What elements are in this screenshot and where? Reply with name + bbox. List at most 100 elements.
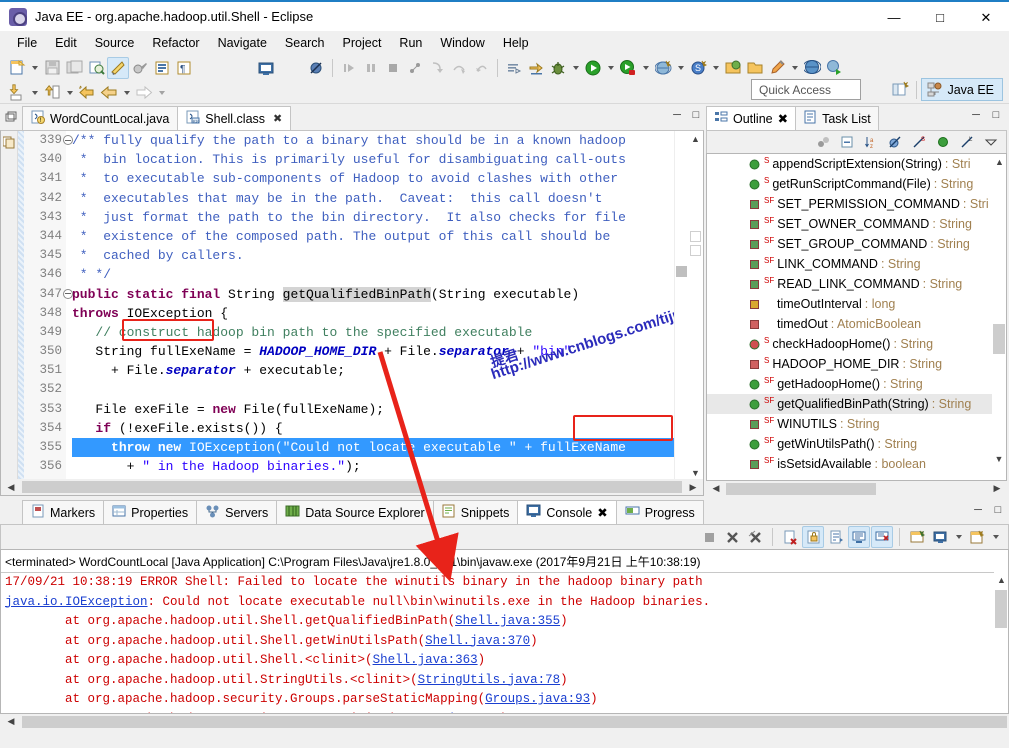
code-line[interactable]: /** fully qualify the path to a binary t… [72, 131, 703, 150]
code-line[interactable]: File exeFile = new File(fullExeName); [72, 400, 703, 419]
debug-dropdown-arrow[interactable] [569, 57, 582, 79]
console-hscroll-thumb[interactable] [22, 715, 1007, 728]
focus-on-active-task-icon[interactable] [812, 131, 834, 153]
outline-scroll-right-button[interactable]: ▶ [987, 481, 1007, 496]
outline-item[interactable]: SF WINUTILS : String [707, 414, 1006, 434]
maximize-console-button[interactable]: □ [990, 502, 1006, 518]
outline-scroll-up-button[interactable]: ▲ [992, 154, 1006, 169]
outline-item[interactable]: SF SET_GROUP_COMMAND : String [707, 234, 1006, 254]
maximize-editor-button[interactable]: □ [688, 107, 704, 123]
bottom-tab-markers[interactable]: Markers [22, 500, 105, 524]
outline-item[interactable]: ScheckHadoopHome() : String [707, 334, 1006, 354]
editor-tab-shell-class[interactable]: 010 Shell.class ✖ [177, 106, 292, 130]
hide-local-icon[interactable]: L [956, 131, 978, 153]
outline-tab-task-list[interactable]: Task List [795, 106, 879, 130]
run-on-server-icon[interactable] [823, 57, 845, 79]
last-edit-location-icon[interactable] [525, 57, 547, 79]
console-vertical-scrollbar[interactable]: ▲ [994, 572, 1008, 713]
editor-left-ruler[interactable] [1, 131, 18, 495]
close-icon[interactable]: ✖ [273, 112, 282, 125]
open-resource-icon[interactable] [744, 57, 766, 79]
web-browser-icon[interactable] [801, 57, 823, 79]
back-to-icon[interactable] [76, 82, 98, 104]
maximize-outline-button[interactable]: □ [988, 107, 1004, 123]
new-server-icon[interactable] [652, 57, 674, 79]
show-whitespace-icon[interactable]: ¶ [173, 57, 195, 79]
outline-item[interactable]: SF LINK_COMMAND : String [707, 254, 1006, 274]
code-line[interactable]: if (!exeFile.exists()) { [72, 419, 703, 438]
code-line[interactable]: * executables that may be in the path. C… [72, 189, 703, 208]
run-as-icon[interactable] [617, 57, 639, 79]
bottom-tab-properties[interactable]: Properties [103, 500, 198, 524]
run-dropdown-arrow[interactable] [604, 57, 617, 79]
clear-console-icon[interactable] [779, 526, 801, 548]
code-editor-pane[interactable]: /** fully qualify the path to a binary t… [66, 131, 703, 495]
outline-item[interactable]: timedOut : AtomicBoolean [707, 314, 1006, 334]
bottom-tab-data-source-explorer[interactable]: Data Source Explorer [276, 500, 434, 524]
collapse-all-icon[interactable] [836, 131, 858, 153]
new-session-bean-icon[interactable]: S [687, 57, 709, 79]
code-line[interactable]: * existence of the composed path. The ou… [72, 227, 703, 246]
outline-item[interactable]: SF READ_LINK_COMMAND : String [707, 274, 1006, 294]
annotation-icon[interactable] [766, 57, 788, 79]
bottom-tab-progress[interactable]: Progress [615, 500, 704, 524]
save-icon[interactable] [41, 57, 63, 79]
menu-edit[interactable]: Edit [46, 33, 86, 53]
outline-scroll-thumb[interactable] [993, 324, 1005, 354]
save-all-icon[interactable] [63, 57, 85, 79]
sort-icon[interactable]: az [860, 131, 882, 153]
quick-access-input[interactable]: Quick Access [751, 79, 861, 100]
console-stack-trace[interactable]: 17/09/21 10:38:19 ERROR Shell: Failed to… [1, 573, 1008, 714]
console-horizontal-scrollbar[interactable]: ◀ [0, 714, 1009, 729]
scroll-down-button[interactable]: ▼ [688, 465, 703, 480]
scroll-lock-icon[interactable] [802, 526, 824, 548]
new-server-dropdown-arrow[interactable] [674, 57, 687, 79]
menu-window[interactable]: Window [431, 33, 493, 53]
annotation-dropdown-arrow[interactable] [788, 57, 801, 79]
hide-static-icon[interactable]: S [908, 131, 930, 153]
run-as-dropdown-arrow[interactable] [639, 57, 652, 79]
show-console-on-error-icon[interactable] [871, 526, 893, 548]
outline-item[interactable]: SgetRunScriptCommand(File) : String [707, 174, 1006, 194]
new-session-bean-dropdown-arrow[interactable] [709, 57, 722, 79]
menu-source[interactable]: Source [86, 33, 144, 53]
outline-item[interactable]: S HADOOP_HOME_DIR : String [707, 354, 1006, 374]
bottom-tab-servers[interactable]: Servers [196, 500, 278, 524]
next-annotation-icon[interactable] [503, 57, 525, 79]
editor-vertical-scrollbar[interactable]: ▲ ▼ [688, 131, 703, 480]
import-dropdown-arrow[interactable] [28, 82, 41, 104]
run-icon[interactable] [582, 57, 604, 79]
bottom-tab-snippets[interactable]: Snippets [432, 500, 519, 524]
minimize-editor-button[interactable]: ─ [669, 107, 685, 123]
scroll-left-button[interactable]: ◀ [1, 480, 21, 495]
forward-dropdown-arrow[interactable] [155, 82, 168, 104]
close-icon[interactable]: ✖ [597, 505, 607, 520]
outline-item[interactable]: timeOutInterval : long [707, 294, 1006, 314]
outline-scroll-left-button[interactable]: ◀ [706, 481, 726, 496]
code-line[interactable]: * cached by callers. [72, 246, 703, 265]
back-dropdown-arrow[interactable] [120, 82, 133, 104]
back-icon[interactable] [98, 82, 120, 104]
console-link[interactable]: Groups.java:93 [485, 692, 590, 706]
open-console-dropdown-arrow[interactable] [989, 526, 1002, 548]
outline-item[interactable]: SF getHadoopHome() : String [707, 374, 1006, 394]
code-line[interactable]: * bin location. This is primarily useful… [72, 150, 703, 169]
console-scroll-left-button[interactable]: ◀ [0, 714, 22, 729]
open-console-icon[interactable] [966, 526, 988, 548]
console-line[interactable]: at org.apache.hadoop.util.Shell.getQuali… [1, 612, 1008, 632]
remove-launch-icon[interactable] [721, 526, 743, 548]
menu-run[interactable]: Run [390, 33, 431, 53]
console-link[interactable]: Groups.java:77 [395, 712, 500, 714]
export-icon[interactable] [41, 82, 63, 104]
minimize-button[interactable]: — [871, 2, 917, 33]
code-line[interactable]: public static final String getQualifiedB… [72, 285, 703, 304]
outline-item-list[interactable]: SappendScriptExtension(String) : Stri Sge… [706, 153, 1007, 481]
console-link[interactable]: Shell.java:363 [373, 653, 478, 667]
open-perspective-icon[interactable] [888, 79, 912, 101]
code-line[interactable]: throws IOException { [72, 304, 703, 323]
console-link[interactable]: StringUtils.java:78 [418, 673, 561, 687]
open-console-view-icon[interactable] [255, 57, 277, 79]
outline-item[interactable]: SF getQualifiedBinPath(String) : String [707, 394, 1006, 414]
debug-icon[interactable] [547, 57, 569, 79]
editor-overview-ruler[interactable] [674, 131, 688, 480]
